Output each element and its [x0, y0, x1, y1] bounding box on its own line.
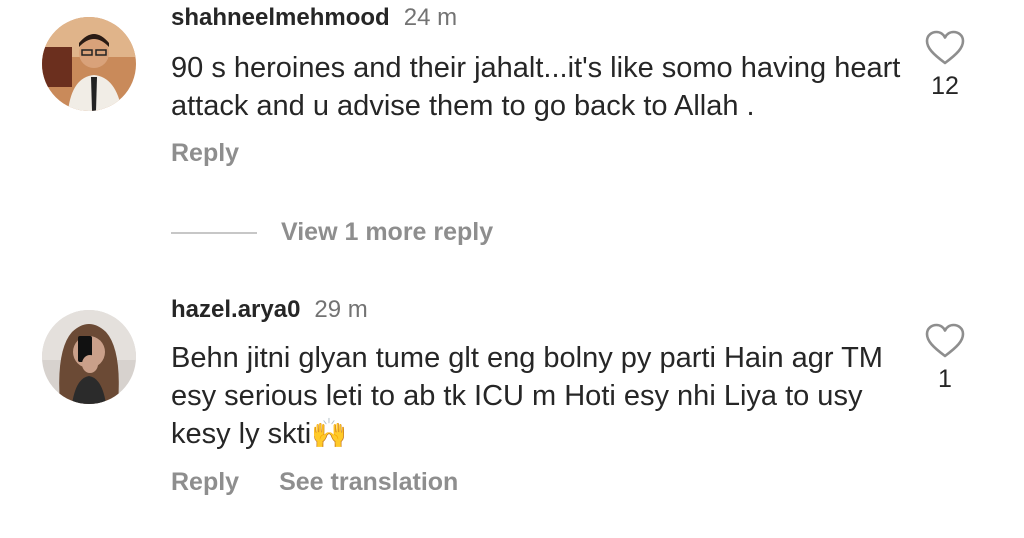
- reply-button[interactable]: Reply: [171, 468, 239, 496]
- comment-actions: Reply: [171, 139, 279, 168]
- comment-header: shahneelmehmood 24 m: [171, 4, 457, 32]
- reply-button[interactable]: Reply: [171, 139, 239, 167]
- comment-time: 29 m: [314, 296, 368, 323]
- like-control: 1: [922, 323, 968, 394]
- heart-icon[interactable]: [922, 323, 968, 359]
- raising-hands-emoji: 🙌: [311, 418, 348, 450]
- comment-text: 90 s heroines and their jahalt...it's li…: [171, 52, 901, 122]
- like-count: 1: [938, 365, 952, 393]
- comment-time: 24 m: [403, 4, 458, 31]
- comment-text-content: Behn jitni glyan tume glt eng bolny py p…: [171, 342, 883, 450]
- like-control: 12: [922, 30, 968, 101]
- comment-actions: Reply See translation: [171, 468, 498, 497]
- username[interactable]: shahneelmehmood: [171, 4, 390, 31]
- view-more-replies-label[interactable]: View 1 more reply: [281, 218, 493, 246]
- username[interactable]: hazel.arya0: [171, 296, 300, 323]
- heart-icon[interactable]: [922, 30, 968, 66]
- see-translation-button[interactable]: See translation: [279, 468, 458, 496]
- like-count: 12: [931, 72, 959, 100]
- avatar[interactable]: [42, 17, 136, 111]
- comment-text: Behn jitni glyan tume glt eng bolny py p…: [171, 339, 901, 453]
- divider-line: [171, 231, 257, 234]
- view-more-replies[interactable]: View 1 more reply: [171, 218, 493, 247]
- avatar[interactable]: [42, 310, 136, 404]
- comment-header: hazel.arya0 29 m: [171, 296, 368, 324]
